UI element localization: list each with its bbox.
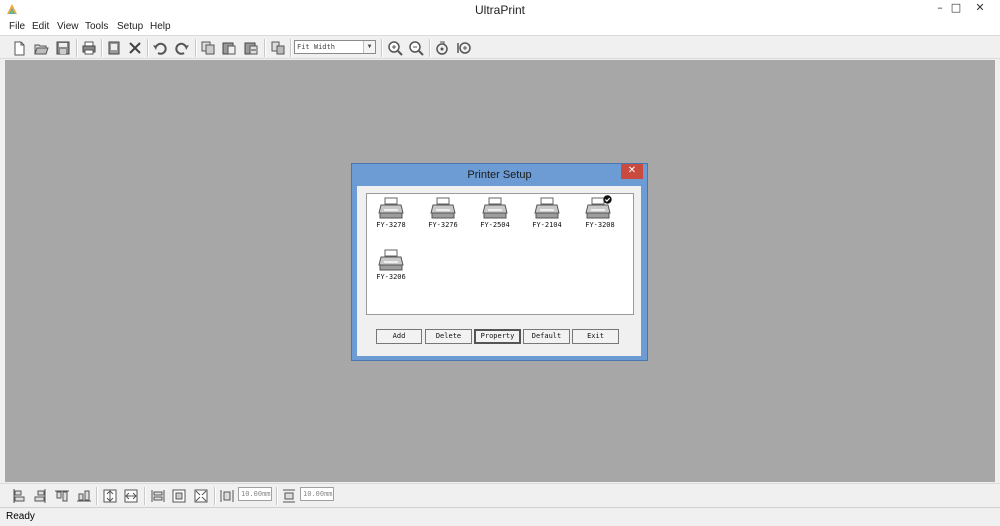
- open-folder-icon[interactable]: [32, 39, 50, 57]
- printer-name: FY-3208: [585, 221, 615, 229]
- printer-name: FY-3276: [428, 221, 458, 229]
- toolbar-separator: [429, 39, 431, 57]
- printer-item[interactable]: FY-2104: [527, 196, 567, 242]
- status-bar: Ready: [0, 507, 1000, 526]
- menu-view[interactable]: View: [57, 21, 79, 32]
- center-horizontal-icon[interactable]: [122, 487, 140, 505]
- zoom-in-icon[interactable]: [386, 39, 404, 57]
- toolbar-separator: [290, 39, 292, 57]
- undo-icon[interactable]: [151, 39, 169, 57]
- printer-item[interactable]: FY-3276: [423, 196, 463, 242]
- delete-icon[interactable]: [126, 39, 144, 57]
- printer-item[interactable]: FY-3208: [580, 195, 620, 242]
- printer-name: FY-2504: [480, 221, 510, 229]
- h-spacing-icon[interactable]: [218, 487, 236, 505]
- align-top-icon[interactable]: [53, 487, 71, 505]
- printer-name: FY-3278: [376, 221, 406, 229]
- center-vertical-icon[interactable]: [101, 487, 119, 505]
- align-right-icon[interactable]: [31, 487, 49, 505]
- refresh-icon[interactable]: [269, 39, 287, 57]
- maximize-button[interactable]: □: [944, 0, 968, 18]
- align-left-icon[interactable]: [10, 487, 28, 505]
- chevron-down-icon[interactable]: ▼: [363, 41, 375, 53]
- printer-icon: [482, 197, 508, 219]
- v-spacing-icon[interactable]: [280, 487, 298, 505]
- paste-icon[interactable]: [220, 39, 238, 57]
- toolbar-separator: [76, 39, 78, 57]
- same-width-icon[interactable]: [149, 487, 167, 505]
- paste-special-icon[interactable]: [242, 39, 260, 57]
- property-button[interactable]: Property: [474, 329, 521, 344]
- h-spacing-field[interactable]: 10.00mm: [238, 487, 272, 501]
- close-window-button[interactable]: ✕: [968, 0, 992, 18]
- window-title: UltraPrint: [474, 3, 525, 17]
- menu-bar: File Edit View Tools Setup Help: [0, 20, 1000, 35]
- printer-icon: [378, 197, 404, 219]
- toolbar-separator: [276, 487, 278, 505]
- toolbar-separator: [147, 39, 149, 57]
- printer-icon: [534, 197, 560, 219]
- save-icon[interactable]: [54, 39, 72, 57]
- rotate-icon[interactable]: [433, 39, 451, 57]
- menu-file[interactable]: File: [9, 21, 25, 32]
- printer-item[interactable]: FY-2504: [475, 196, 515, 242]
- zoom-value: Fit Width: [297, 43, 335, 51]
- toolbar-separator: [195, 39, 197, 57]
- dialog-title: Printer Setup: [467, 169, 532, 181]
- printer-item[interactable]: FY-3206: [371, 248, 411, 294]
- menu-tools[interactable]: Tools: [85, 21, 108, 32]
- print-preview-icon[interactable]: [105, 39, 123, 57]
- copy-icon[interactable]: [199, 39, 217, 57]
- print-icon[interactable]: [80, 39, 98, 57]
- v-spacing-field[interactable]: 10.00mm: [300, 487, 334, 501]
- same-height-icon[interactable]: [170, 487, 188, 505]
- zoom-out-icon[interactable]: [407, 39, 425, 57]
- dialog-close-button[interactable]: ✕: [621, 164, 643, 179]
- same-size-icon[interactable]: [192, 487, 210, 505]
- default-check-icon: [603, 195, 612, 204]
- printer-name: FY-2104: [532, 221, 562, 229]
- align-bottom-icon[interactable]: [75, 487, 93, 505]
- toolbar-separator: [264, 39, 266, 57]
- printer-item[interactable]: FY-3278: [371, 196, 411, 242]
- new-file-icon[interactable]: [10, 39, 28, 57]
- toolbar-separator: [214, 487, 216, 505]
- title-bar: UltraPrint – □ ✕: [0, 0, 1000, 20]
- default-button[interactable]: Default: [523, 329, 570, 344]
- delete-button[interactable]: Delete: [425, 329, 472, 344]
- status-text: Ready: [6, 511, 35, 522]
- toolbar-separator: [144, 487, 146, 505]
- layout-toolbar: 10.00mm 10.00mm: [0, 483, 1000, 507]
- zoom-select[interactable]: Fit Width ▼: [294, 40, 376, 54]
- menu-edit[interactable]: Edit: [32, 21, 49, 32]
- printer-icon: [430, 197, 456, 219]
- menu-help[interactable]: Help: [150, 21, 171, 32]
- printer-icon: [378, 249, 404, 271]
- toolbar-separator: [96, 487, 98, 505]
- menu-setup[interactable]: Setup: [117, 21, 143, 32]
- exit-button[interactable]: Exit: [572, 329, 619, 344]
- fit-page-icon[interactable]: [455, 39, 473, 57]
- add-button[interactable]: Add: [376, 329, 422, 344]
- toolbar-separator: [381, 39, 383, 57]
- main-toolbar: Fit Width ▼: [0, 35, 1000, 59]
- redo-icon[interactable]: [173, 39, 191, 57]
- printer-name: FY-3206: [376, 273, 406, 281]
- toolbar-separator: [101, 39, 103, 57]
